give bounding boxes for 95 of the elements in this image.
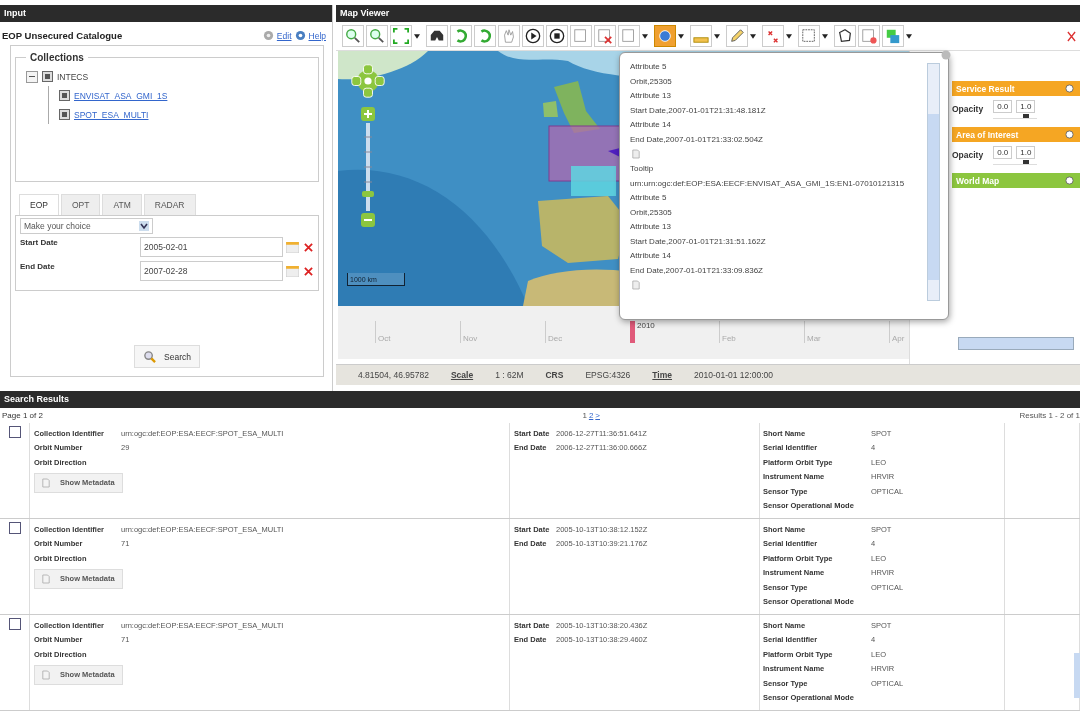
tab[interactable]: ATM <box>102 194 142 215</box>
popup-line: End Date,2007-01-01T21:33:02.504Z <box>630 133 764 146</box>
slider-thumb[interactable] <box>1023 113 1030 118</box>
crs-value: EPSG:4326 <box>585 370 631 380</box>
opacity-slider-track[interactable] <box>993 159 1038 165</box>
panel-header: Search Results <box>0 391 1080 408</box>
date-field[interactable]: 2005-02-01 <box>140 237 283 257</box>
collections-legend: Collections <box>26 52 88 63</box>
edit-link[interactable]: Edit <box>276 30 292 41</box>
delete-icon[interactable] <box>594 25 616 47</box>
tab[interactable]: OPT <box>60 194 101 215</box>
popup-line: Tooltip <box>630 163 655 175</box>
page-link[interactable]: > <box>595 411 600 420</box>
collection-link[interactable]: ENVISAT_ASA_GMI_1S <box>74 90 168 101</box>
circle-icon[interactable] <box>1065 130 1074 139</box>
checkbox[interactable] <box>42 71 53 82</box>
collection-link[interactable]: SPOT_ESA_MULTI <box>74 109 149 120</box>
arrows-icon[interactable] <box>1067 30 1076 42</box>
caret-icon[interactable] <box>906 33 912 39</box>
crs-label: CRS <box>545 370 564 380</box>
scale-label: Scale <box>450 370 474 380</box>
dropdown-arrow-icon[interactable] <box>139 221 149 231</box>
scale-value: 1 : 62M <box>495 370 524 380</box>
date-label: End Date <box>20 261 56 271</box>
checkbox[interactable] <box>8 426 21 438</box>
min-value: 0.0 <box>993 145 1013 159</box>
popup-line: Start Date,2007-01-01T21:31:48.181Z <box>630 104 767 117</box>
checkbox[interactable] <box>59 90 70 101</box>
checkbox[interactable] <box>59 109 70 120</box>
date-field[interactable]: 2007-02-28 <box>140 261 283 281</box>
time-label: Time <box>652 370 672 380</box>
caret-icon[interactable] <box>414 33 420 39</box>
caret-icon[interactable] <box>750 33 756 39</box>
slider-thumb[interactable] <box>1023 159 1030 164</box>
tab[interactable]: EOP <box>19 194 59 215</box>
collapse-toggle[interactable] <box>26 70 38 83</box>
popup-line: Start Date,2007-01-01T21:31:51.162Z <box>630 235 767 248</box>
catalogue-title: EOP Unsecured Catalogue <box>2 30 123 41</box>
popup-line: Attribute 14 <box>630 119 672 131</box>
zoom-in-icon[interactable] <box>342 25 364 47</box>
gear-icon <box>262 30 274 41</box>
popup-line: Attribute 5 <box>630 192 668 204</box>
help-link[interactable]: Help <box>308 30 326 41</box>
caret-icon[interactable] <box>678 33 684 39</box>
popup-line: Attribute 13 <box>630 90 672 102</box>
checkbox[interactable] <box>8 618 21 630</box>
popup-line: Orbit,25305 <box>630 206 673 219</box>
popup-line: End Date,2007-01-01T21:33:09.836Z <box>630 264 764 277</box>
circle-icon[interactable] <box>1065 84 1074 93</box>
page-link[interactable]: 2 <box>588 411 594 420</box>
results-count: Results 1 - 2 of 1 <box>1019 411 1080 420</box>
document-icon <box>42 573 50 584</box>
popup-line: Attribute 14 <box>630 250 672 262</box>
page-link[interactable]: 1 <box>582 411 587 420</box>
search-icon <box>143 350 157 363</box>
document-icon <box>42 669 50 680</box>
popup-line: Attribute 13 <box>630 221 672 233</box>
polygon-icon[interactable] <box>834 25 856 47</box>
caret-icon[interactable] <box>642 33 648 39</box>
date-label: Start Date <box>20 237 59 247</box>
circle-icon[interactable] <box>1065 176 1074 185</box>
max-value: 1.0 <box>1016 145 1036 159</box>
opacity-label: Opacity <box>952 150 984 160</box>
popup-line: urn:urn:ogc:def:EOP:ESA:EECF:ENVISAT_ASA_GMI_1S:EN1-07010121315 <box>630 177 906 190</box>
checkbox[interactable] <box>8 522 21 534</box>
points-icon[interactable] <box>762 25 784 47</box>
caret-icon[interactable] <box>822 33 828 39</box>
search-button[interactable]: Search <box>134 345 200 368</box>
play-icon[interactable] <box>522 25 544 47</box>
opacity-label: Opacity <box>952 104 984 114</box>
time-value: 2010-01-01 12:00:00 <box>694 370 773 380</box>
popup-line: Orbit,25305 <box>630 75 673 88</box>
panel-header: Map Viewer <box>336 5 1080 22</box>
popup-line: Attribute 5 <box>630 61 668 73</box>
opacity-slider-track[interactable] <box>993 113 1038 119</box>
tree-label[interactable]: INTECS <box>57 71 89 82</box>
dropdown[interactable]: Make your choice <box>20 218 153 234</box>
scrollbar[interactable] <box>1074 653 1080 698</box>
min-value: 0.0 <box>993 99 1013 113</box>
stop-icon[interactable] <box>546 25 568 47</box>
max-value: 1.0 <box>1016 99 1036 113</box>
page-indicator: Page 1 of 2 <box>2 411 43 420</box>
binoculars-icon[interactable] <box>426 25 448 47</box>
scrollbar[interactable] <box>958 337 1074 350</box>
panel-header: Input <box>0 5 332 22</box>
caret-icon[interactable] <box>786 33 792 39</box>
caret-icon[interactable] <box>714 33 720 39</box>
document-icon <box>42 477 50 488</box>
scrollbar[interactable] <box>927 63 940 301</box>
zoom-out-icon[interactable] <box>366 25 388 47</box>
coordinates-text: 4.81504, 46.95782 <box>358 370 429 380</box>
help-icon <box>294 30 306 41</box>
zoom-slider-icon[interactable] <box>361 107 375 227</box>
tab[interactable]: RADAR <box>143 194 196 215</box>
pan-control-icon[interactable] <box>350 63 386 99</box>
